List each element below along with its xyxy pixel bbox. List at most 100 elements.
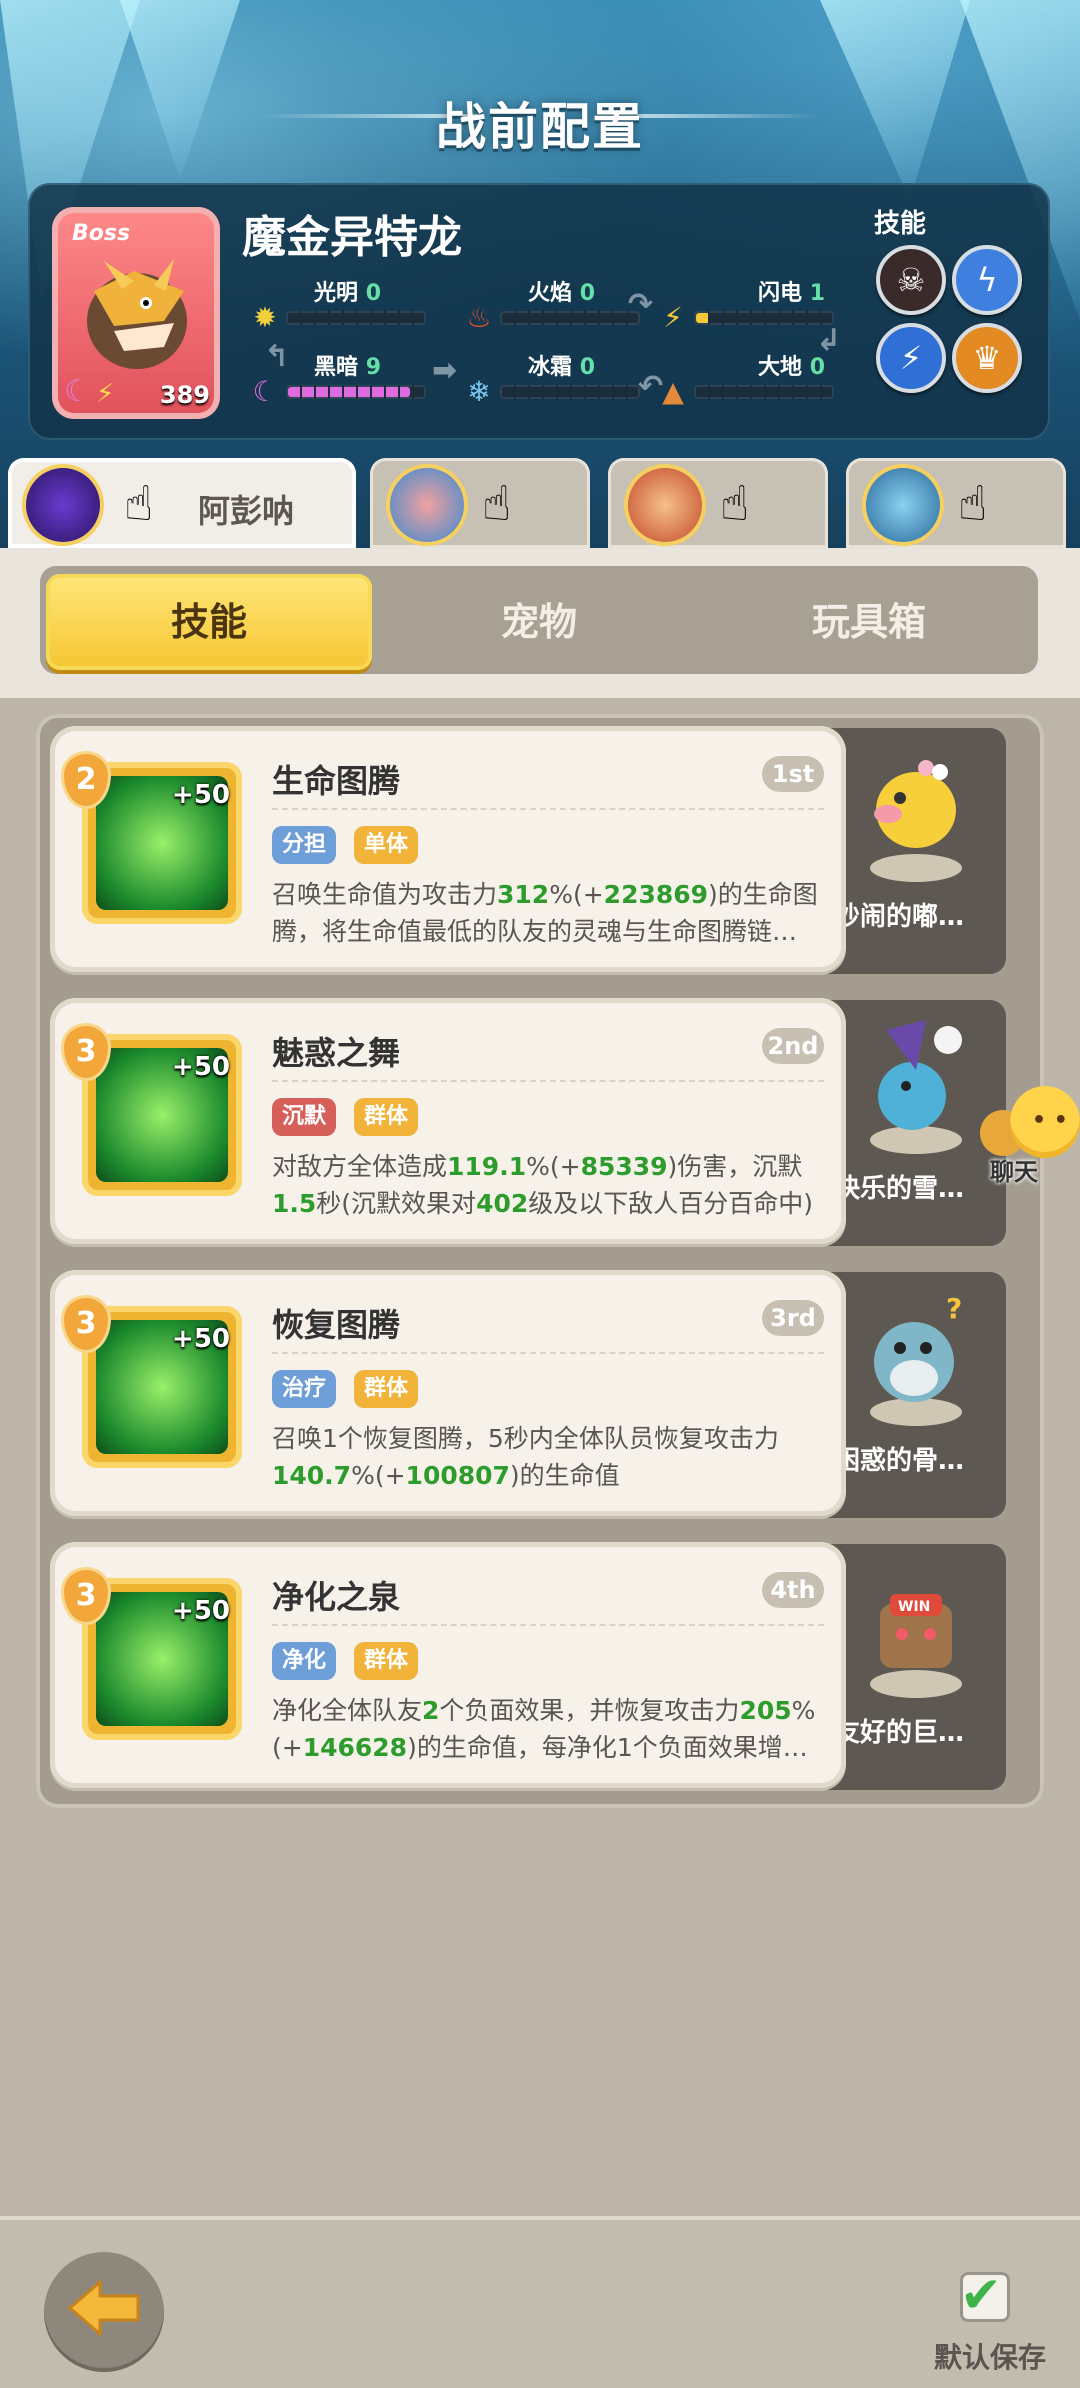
skill-name: 魅惑之舞: [272, 1034, 401, 1072]
skill-card[interactable]: 3 +50 净化之泉 4th 净化 群体 净化全体队友2个负面效果，并恢复攻击力…: [50, 1542, 846, 1788]
tab-skills[interactable]: 技能: [46, 574, 372, 670]
default-save-toggle[interactable]: ✔ 默认保存: [934, 2266, 1064, 2382]
stat-bar-segment: [806, 385, 808, 399]
stat-bar: [500, 385, 640, 399]
stat-bar-segment: [328, 385, 330, 399]
skill-bonus: +50: [172, 780, 230, 810]
character-avatar: [866, 468, 940, 542]
stat-bar-segment: [626, 385, 628, 399]
stat-bar-segment: [708, 311, 710, 325]
skill-card[interactable]: 3 +50 魅惑之舞 2nd 沉默 群体 对敌方全体造成119.1%(+8533…: [50, 998, 846, 1244]
character-tab-1[interactable]: ☝ 阿彭呐: [8, 458, 356, 548]
stat-bar-segment: [314, 311, 316, 325]
lightning-icon: ⚡: [663, 301, 683, 334]
skill-tag: 群体: [354, 1642, 419, 1680]
stat-bar-segment: [722, 311, 724, 325]
stat-bar-segment: [806, 311, 808, 325]
divider: [272, 808, 824, 810]
stat-bar-segment: [556, 385, 558, 399]
character-tab-3[interactable]: ☝: [608, 458, 828, 548]
stat-bar-segment: [514, 311, 516, 325]
skill-bonus: +50: [172, 1052, 230, 1082]
stat-bar-segment: [398, 385, 400, 399]
description-text: )伤害，沉默: [667, 1152, 803, 1181]
chat-button[interactable]: • • 聊天: [960, 1086, 1080, 1186]
description-text: )的生命值: [509, 1461, 620, 1490]
lightning-element-icon: ⚡: [96, 379, 115, 409]
stat-bar-segment: [384, 311, 386, 325]
skill-card[interactable]: 2 +50 生命图腾 1st 分担 单体 召唤生命值为攻击力312%(+2238…: [50, 726, 846, 972]
stat-bar-segment: [514, 385, 516, 399]
cycle-arrow-icon: ↷: [628, 287, 654, 322]
skill-row[interactable]: WIN 友好的巨… 3 +50 净化之泉 4th 净化 群体 净化全体队友2个负…: [36, 1530, 1044, 1790]
stat-bar-segment: [722, 385, 724, 399]
crown-fire-icon[interactable]: ♛: [952, 323, 1022, 393]
boss-tag: Boss: [72, 221, 131, 246]
stat-bar-segment: [792, 311, 794, 325]
page-title: 战前配置: [436, 98, 644, 156]
character-avatar: [628, 468, 702, 542]
smile-icon: • •: [1032, 1108, 1068, 1133]
pet-bone-dragon-icon: ?: [870, 1292, 962, 1426]
skill-row[interactable]: ? 困惑的骨… 3 +50 恢复图腾 3rd 治疗 群体 召唤1个恢复图腾，5秒…: [36, 1258, 1044, 1518]
lightning-swirl-icon[interactable]: ϟ: [952, 245, 1022, 315]
tap-hand-icon: ☝: [482, 476, 512, 532]
flame-icon: ♨: [466, 301, 492, 334]
stat-bar-segment: [356, 311, 358, 325]
description-text: 对敌方全体造成: [272, 1152, 448, 1181]
snowflake-icon: ❄: [467, 375, 491, 408]
skill-description: 对敌方全体造成119.1%(+85339)伤害，沉默 1.5秒(沉默效果对402级…: [272, 1148, 842, 1222]
stat-bar-segment: [342, 311, 344, 325]
stat-bar-segment: [598, 385, 600, 399]
tab-toybox[interactable]: 玩具箱: [706, 574, 1032, 670]
description-text: 召唤生命值为攻击力: [272, 880, 498, 909]
skill-icon[interactable]: 3 +50: [64, 1570, 242, 1740]
character-tab-4[interactable]: ☝: [846, 458, 1066, 548]
skill-order-badge: 3rd: [762, 1300, 824, 1336]
main-tab-strip: 技能 宠物 玩具箱: [0, 548, 1080, 698]
skill-bonus: +50: [172, 1596, 230, 1626]
pet-name: 友好的巨…: [834, 1718, 965, 1748]
divider: [272, 1080, 824, 1082]
boss-creature-icon: [87, 259, 187, 369]
skill-name: 生命图腾: [272, 762, 401, 800]
skill-icon[interactable]: 3 +50: [64, 1026, 242, 1196]
skill-row[interactable]: 吵闹的嘟… 2 +50 生命图腾 1st 分担 单体 召唤生命值为攻击力312%…: [36, 714, 1044, 974]
stat-bar-segment: [384, 385, 386, 399]
chat-label: 聊天: [990, 1158, 1038, 1186]
stat-bar: [286, 385, 426, 399]
boss-skills-label: 技能: [874, 209, 927, 239]
boss-portrait[interactable]: Boss ☾ ⚡ 389: [52, 207, 220, 419]
stat-fill: [288, 387, 411, 397]
skill-row[interactable]: 快乐的雪… 3 +50 魅惑之舞 2nd 沉默 群体 对敌方全体造成119.1%…: [36, 986, 1044, 1246]
mountain-icon: ▲: [662, 375, 684, 408]
stat-bar-segment: [736, 311, 738, 325]
stat-bar-segment: [736, 385, 738, 399]
skill-card[interactable]: 3 +50 恢复图腾 3rd 治疗 群体 召唤1个恢复图腾，5秒内全体队员恢复攻…: [50, 1270, 846, 1516]
monster-mouth-icon[interactable]: ☠: [876, 245, 946, 315]
skill-tag: 群体: [354, 1370, 419, 1408]
tab-pets[interactable]: 宠物: [376, 574, 702, 670]
stat-bar-segment: [598, 311, 600, 325]
skill-tag: 治疗: [272, 1370, 337, 1408]
lightning-bolt-icon[interactable]: ⚡: [876, 323, 946, 393]
description-text: %(+: [549, 880, 604, 909]
tap-hand-icon: ☝: [124, 476, 154, 532]
stat-bar-segment: [542, 311, 544, 325]
moon-element-icon: ☾: [64, 374, 91, 409]
tap-hand-icon: ☝: [958, 476, 988, 532]
back-button[interactable]: [44, 2252, 164, 2372]
skill-icon[interactable]: 3 +50: [64, 1298, 242, 1468]
divider: [272, 1624, 824, 1626]
stat-bar-segment: [300, 311, 302, 325]
character-tab-2[interactable]: ☝: [370, 458, 590, 548]
pet-giant-robot-icon: WIN: [870, 1594, 962, 1698]
skill-name: 恢复图腾: [272, 1306, 401, 1344]
pet-bird-icon: [870, 760, 962, 882]
stat-ice: ❄ 冰霜 0: [464, 349, 664, 419]
stat-bar-segment: [342, 385, 344, 399]
skill-icon[interactable]: 2 +50: [64, 754, 242, 924]
stat-bar-segment: [584, 385, 586, 399]
stat-dark: ☾ 黑暗 9: [250, 349, 450, 419]
stat-bar-segment: [314, 385, 316, 399]
